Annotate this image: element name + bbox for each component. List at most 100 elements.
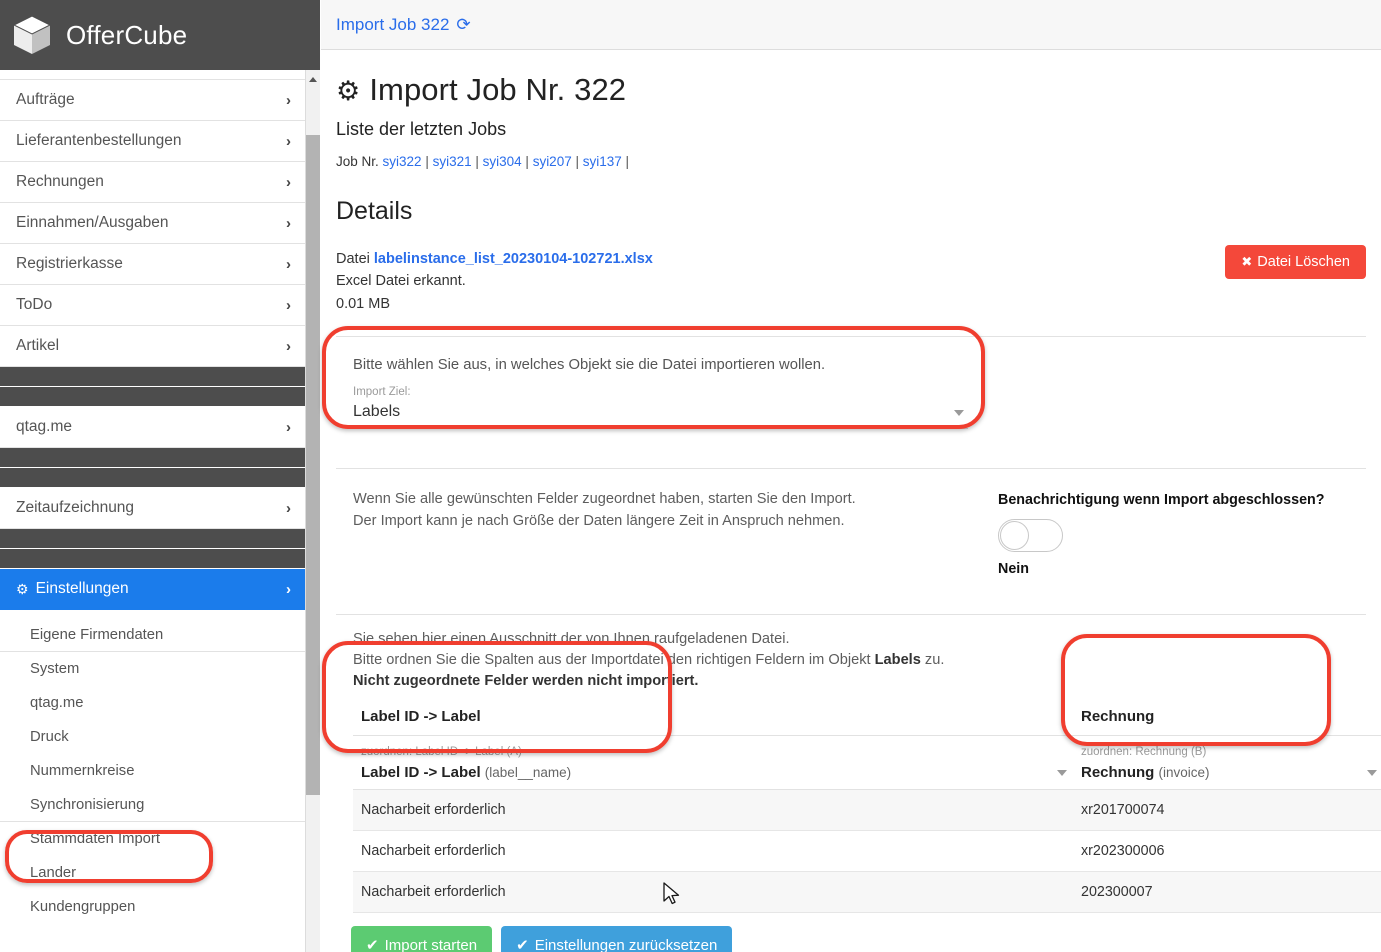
chevron-right-icon: › [286,499,291,517]
assign-label: zuordnen: Rechnung (B) [1081,746,1207,759]
breadcrumb: Import Job 322 ⟳ [321,0,1381,50]
table-row: Nacharbeit erforderlich xr201700074 [353,789,1381,832]
sidebar-subitem-druck[interactable]: Druck [0,720,305,754]
sidebar-item-einnahmen-ausgaben[interactable]: Einnahmen/Ausgaben › [0,203,305,244]
sidebar-nav: Aufträge › Lieferantenbestellungen › Rec… [0,70,320,924]
chevron-down-icon [1057,770,1067,777]
chevron-right-icon: › [286,173,291,191]
cell-status: Nacharbeit erforderlich [353,789,1073,832]
file-recognized: Excel Datei erkannt. [336,273,466,290]
sidebar-item-todo[interactable]: ToDo › [0,285,305,326]
import-info-line2: Der Import kann je nach Größe der Daten … [353,513,845,530]
reset-settings-button[interactable]: ✔ Einstellungen zurücksetzen [501,926,733,952]
table-header-row: Label ID -> Label Rechnung [353,699,1381,737]
sidebar-subitem-synchronisierung[interactable]: Synchronisierung [0,788,305,822]
sidebar-divider [0,529,305,549]
cell-invoice: xr201700074 [1073,789,1381,832]
mapping-select-rechnung[interactable]: zuordnen: Rechnung (B) Rechnung (invoice… [1073,735,1381,791]
job-link-syi304[interactable]: syi304 [483,154,522,169]
main-content: Import Job 322 ⟳ ⚙ Import Job Nr. 322 Lis… [321,0,1381,952]
details-section-title: Details [336,197,413,225]
mapping-line3: Nicht zugeordnete Felder werden nicht im… [353,673,699,690]
mapping-table: Label ID -> Label Rechnung zuordnen: Lab… [353,699,1381,914]
chevron-right-icon: › [286,255,291,273]
sidebar-subitem-label: Nummernkreise [30,763,135,779]
assign-field-text: (label__name) [484,765,572,781]
mapping-section: Sie sehen hier einen Ausschnitt der von … [336,615,1381,914]
file-name-link[interactable]: labelinstance_list_20230104-102721.xlsx [374,251,653,267]
sidebar-item-label: Einstellungen [35,580,129,597]
sidebar-subitem-lander[interactable]: Lander [0,856,305,890]
sidebar-item-lieferantenbestellungen[interactable]: Lieferantenbestellungen › [0,121,305,162]
sidebar-subitem-stammdaten-import[interactable]: Stammdaten Import [0,822,305,856]
cell-invoice: 202300007 [1073,871,1381,914]
sidebar-divider [0,367,305,387]
job-link-syi137[interactable]: syi137 [583,154,622,169]
notify-toggle-group: Benachrichtigung wenn Import abgeschloss… [998,491,1366,577]
sidebar-item-zeitaufzeichnung[interactable]: Zeitaufzeichnung › [0,488,305,529]
assign-label: zuordnen: Label ID -> Label (A) [361,746,522,759]
scroll-up-arrow-icon[interactable] [306,71,320,87]
table-row: Nacharbeit erforderlich 202300007 [353,871,1381,914]
sidebar-subitem-label: Eigene Firmendaten [30,626,164,643]
cell-invoice: xr202300006 [1073,830,1381,873]
chevron-right-icon: › [286,91,291,109]
mapping-line1: Sie sehen hier einen Ausschnitt der von … [353,631,790,648]
job-link-syi321[interactable]: syi321 [433,154,472,169]
sidebar-subitem-qtagme[interactable]: qtag.me [0,686,305,720]
import-target-select-label: Import Ziel: [353,386,411,399]
chevron-right-icon: › [286,580,291,598]
app-root: OfferCube Aufträge › Lieferantenbestellu… [0,0,1381,952]
sidebar-item-artikel[interactable]: Artikel › [0,326,305,367]
sidebar-divider [0,549,305,569]
notify-section: Wenn Sie alle gewünschten Felder zugeord… [336,469,1366,593]
job-link-syi322[interactable]: syi322 [383,154,422,169]
import-target-select[interactable]: Labels [353,403,968,430]
import-target-select-value: Labels [353,403,401,421]
sidebar-subitem-kundengruppen[interactable]: Kundengruppen [0,890,305,924]
submenu-spacer [0,610,305,618]
sidebar-item-einstellungen[interactable]: ⚙ Einstellungen › [0,569,305,610]
delete-file-button[interactable]: ✖ Datei Löschen [1225,245,1366,279]
gear-icon: ⚙ [16,580,29,597]
sidebar-item-label: Registrierkasse [16,255,123,272]
mapping-line2-a: Bitte ordnen Sie die Spalten aus der Imp… [353,652,875,669]
sidebar-item-auftraege[interactable]: Aufträge › [0,80,305,121]
sidebar-subitem-nummernkreise[interactable]: Nummernkreise [0,754,305,788]
refresh-icon[interactable]: ⟳ [456,15,470,35]
file-name-line: Datei labelinstance_list_20230104-102721… [336,248,1366,270]
cell-status: Nacharbeit erforderlich [353,830,1073,873]
job-link-syi207[interactable]: syi207 [533,154,572,169]
sidebar-subitem-eigene-firmendaten[interactable]: Eigene Firmendaten [0,618,305,652]
sidebar-subitem-system[interactable]: System [0,652,305,686]
sidebar-item-registrierkasse[interactable]: Registrierkasse › [0,244,305,285]
page-subtitle: Liste der letzten Jobs [336,119,507,139]
sidebar-item-rechnungen[interactable]: Rechnungen › [0,162,305,203]
import-info-text: Wenn Sie alle gewünschten Felder zugeord… [353,491,998,577]
mapping-select-label[interactable]: zuordnen: Label ID -> Label (A) Label ID… [353,735,1073,791]
table-row: Nacharbeit erforderlich xr202300006 [353,830,1381,873]
sidebar-item-label: Rechnungen [16,173,104,190]
notify-toggle[interactable] [998,519,1063,553]
sidebar-item-label: qtag.me [16,418,73,435]
breadcrumb-link-import-job[interactable]: Import Job 322 [336,15,449,35]
sidebar-item-qtagme[interactable]: qtag.me › [0,407,305,448]
sidebar-subitem-label: Stammdaten Import [30,831,160,847]
start-import-button[interactable]: ✔ Import starten [351,926,493,952]
sidebar-subitem-label: Synchronisierung [30,796,145,813]
sidebar-divider [0,387,305,407]
import-target-panel: Bitte wählen Sie aus, in welches Objekt … [336,337,1366,447]
page-title-text: Import Job Nr. 322 [369,72,627,107]
sidebar-item-label: Lieferantenbestellungen [16,132,182,149]
import-info-line1: Wenn Sie alle gewünschten Felder zugeord… [353,491,856,508]
mapping-object-name: Labels [874,652,921,669]
mapping-table-head: Label ID -> Label Rechnung [353,699,1381,737]
start-import-label: Import starten [384,937,478,952]
sidebar-divider [0,448,305,468]
page-body: ⚙ Import Job Nr. 322 Liste der letzten Jo… [321,72,1381,952]
sidebar-scrollbar-thumb[interactable] [306,135,320,795]
page-title: ⚙ Import Job Nr. 322 [336,72,1366,108]
mouse-cursor [663,882,680,905]
cell-status: Nacharbeit erforderlich [353,871,1073,914]
sidebar: OfferCube Aufträge › Lieferantenbestellu… [0,0,320,952]
